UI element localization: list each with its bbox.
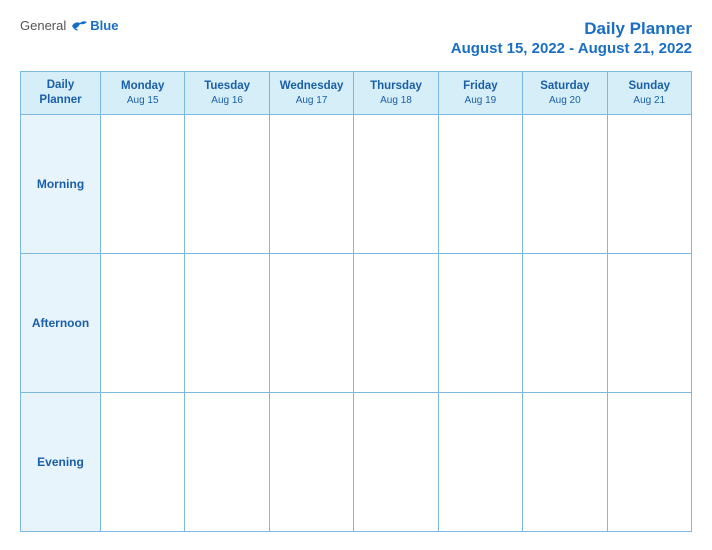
row-evening: Evening bbox=[21, 392, 692, 531]
morning-wednesday[interactable] bbox=[269, 114, 353, 253]
afternoon-label: Afternoon bbox=[21, 253, 101, 392]
evening-friday[interactable] bbox=[438, 392, 522, 531]
header-sunday: Sunday Aug 21 bbox=[607, 72, 691, 115]
row-morning: Morning bbox=[21, 114, 692, 253]
page-header: General Blue Daily Planner August 15, 20… bbox=[20, 18, 692, 57]
morning-sunday[interactable] bbox=[607, 114, 691, 253]
evening-wednesday[interactable] bbox=[269, 392, 353, 531]
logo-bird-icon bbox=[70, 19, 88, 33]
morning-tuesday[interactable] bbox=[185, 114, 269, 253]
afternoon-wednesday[interactable] bbox=[269, 253, 353, 392]
date-range: August 15, 2022 - August 21, 2022 bbox=[451, 40, 692, 57]
planner-label: Daily bbox=[25, 78, 96, 93]
title-area: Daily Planner August 15, 2022 - August 2… bbox=[451, 18, 692, 57]
header-thursday: Thursday Aug 18 bbox=[354, 72, 438, 115]
planner-label2: Planner bbox=[25, 93, 96, 108]
header-saturday: Saturday Aug 20 bbox=[523, 72, 607, 115]
morning-monday[interactable] bbox=[101, 114, 185, 253]
page-title: Daily Planner bbox=[451, 18, 692, 40]
logo-general-text: General bbox=[20, 18, 66, 33]
evening-sunday[interactable] bbox=[607, 392, 691, 531]
evening-tuesday[interactable] bbox=[185, 392, 269, 531]
afternoon-tuesday[interactable] bbox=[185, 253, 269, 392]
afternoon-saturday[interactable] bbox=[523, 253, 607, 392]
afternoon-friday[interactable] bbox=[438, 253, 522, 392]
evening-thursday[interactable] bbox=[354, 392, 438, 531]
morning-thursday[interactable] bbox=[354, 114, 438, 253]
header-monday: Monday Aug 15 bbox=[101, 72, 185, 115]
afternoon-thursday[interactable] bbox=[354, 253, 438, 392]
header-label-cell: Daily Planner bbox=[21, 72, 101, 115]
morning-label: Morning bbox=[21, 114, 101, 253]
evening-saturday[interactable] bbox=[523, 392, 607, 531]
row-afternoon: Afternoon bbox=[21, 253, 692, 392]
header-tuesday: Tuesday Aug 16 bbox=[185, 72, 269, 115]
header-wednesday: Wednesday Aug 17 bbox=[269, 72, 353, 115]
morning-saturday[interactable] bbox=[523, 114, 607, 253]
afternoon-monday[interactable] bbox=[101, 253, 185, 392]
header-friday: Friday Aug 19 bbox=[438, 72, 522, 115]
weekly-calendar: Daily Planner Monday Aug 15 Tuesday Aug … bbox=[20, 71, 692, 532]
afternoon-sunday[interactable] bbox=[607, 253, 691, 392]
morning-friday[interactable] bbox=[438, 114, 522, 253]
logo-area: General Blue bbox=[20, 18, 118, 33]
evening-monday[interactable] bbox=[101, 392, 185, 531]
logo: General Blue bbox=[20, 18, 118, 33]
evening-label: Evening bbox=[21, 392, 101, 531]
logo-blue-text: Blue bbox=[90, 18, 118, 33]
